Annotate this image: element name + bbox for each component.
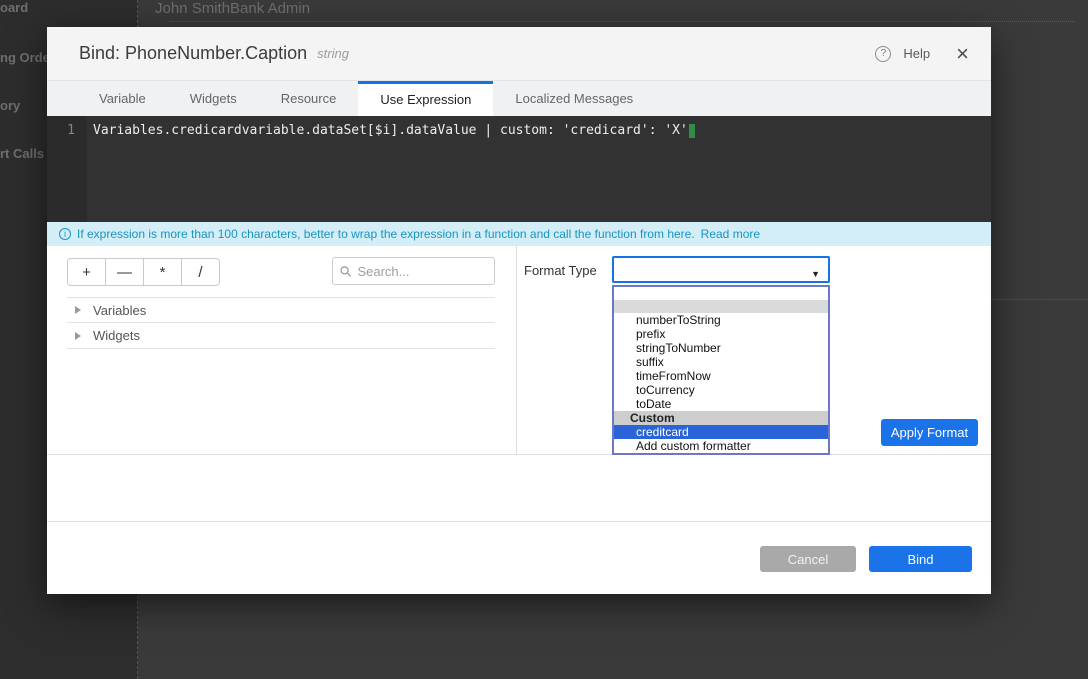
tree-item-variables[interactable]: Variables [67, 297, 495, 323]
help-icon[interactable] [875, 46, 891, 62]
dialog-footer: Cancel Bind [47, 521, 991, 594]
expression-editor[interactable]: 1 Variables.credicardvariable.dataSet[$i… [47, 116, 991, 222]
tab-use-expression[interactable]: Use Expression [358, 81, 493, 116]
tree-item-label: Variables [93, 303, 146, 318]
dropdown-option-creditcard[interactable]: creditcard [614, 425, 828, 439]
dialog-header-actions: Help [875, 46, 969, 62]
cancel-button[interactable]: Cancel [760, 546, 856, 572]
tree-item-widgets[interactable]: Widgets [67, 323, 495, 349]
info-text: If expression is more than 100 character… [77, 227, 695, 241]
bind-button[interactable]: Bind [869, 546, 972, 572]
dropdown-option[interactable]: stringToNumber [614, 341, 828, 355]
dropdown-option[interactable]: timeFromNow [614, 369, 828, 383]
search-input[interactable] [357, 264, 487, 279]
dialog-type-hint: string [317, 46, 349, 61]
info-banner: If expression is more than 100 character… [47, 222, 991, 246]
screen: oard ng Order ory rt Calls John SmithBan… [0, 0, 1088, 679]
expression-tree: Variables Widgets [67, 297, 495, 349]
multiply-operator-button[interactable]: * [143, 258, 182, 286]
plus-operator-button[interactable]: + [67, 258, 106, 286]
line-number: 1 [67, 123, 75, 138]
sidebar-item: rt Calls [0, 146, 44, 161]
format-type-select[interactable] [612, 256, 830, 283]
background-divider [991, 299, 1088, 300]
editor-gutter: 1 [47, 116, 87, 222]
chevron-right-icon [75, 306, 81, 314]
format-type-dropdown: numberToString prefix stringToNumber suf… [612, 285, 830, 455]
dropdown-option[interactable]: toDate [614, 397, 828, 411]
tree-item-label: Widgets [93, 328, 140, 343]
dialog-title: Bind: PhoneNumber.Caption [79, 43, 307, 64]
dropdown-option[interactable]: numberToString [614, 313, 828, 327]
expression-text: Variables.credicardvariable.dataSet[$i].… [93, 123, 688, 138]
text-cursor [689, 124, 695, 138]
info-icon [59, 228, 71, 240]
dropdown-option-blank[interactable] [614, 287, 828, 300]
chevron-right-icon [75, 332, 81, 340]
tab-widgets[interactable]: Widgets [168, 81, 259, 116]
sidebar-item: oard [0, 0, 28, 15]
dropdown-group-custom: Custom [614, 411, 828, 425]
read-more-link[interactable]: Read more [701, 227, 760, 241]
sidebar-item: ory [0, 98, 20, 113]
help-label[interactable]: Help [903, 46, 930, 61]
editor-code[interactable]: Variables.credicardvariable.dataSet[$i].… [87, 116, 991, 222]
bind-dialog: Bind: PhoneNumber.Caption string Help Va… [47, 27, 991, 594]
minus-operator-button[interactable]: — [105, 258, 144, 286]
dialog-tabs: Variable Widgets Resource Use Expression… [47, 81, 991, 116]
expression-helper-panel: + — * / Variables [47, 246, 517, 454]
dropdown-option[interactable]: toCurrency [614, 383, 828, 397]
operator-buttons: + — * / [67, 258, 220, 286]
dropdown-option[interactable]: prefix [614, 327, 828, 341]
format-type-label: Format Type [524, 263, 597, 278]
tab-resource[interactable]: Resource [259, 81, 359, 116]
tab-localized-messages[interactable]: Localized Messages [493, 81, 655, 116]
dropdown-option[interactable]: suffix [614, 355, 828, 369]
dropdown-option-blank[interactable] [614, 300, 828, 313]
topbar-username: John SmithBank Admin [155, 0, 310, 17]
divide-operator-button[interactable]: / [181, 258, 220, 286]
search-field[interactable] [332, 257, 495, 285]
close-icon[interactable] [956, 46, 969, 62]
tab-variable[interactable]: Variable [77, 81, 168, 116]
search-icon [340, 265, 351, 278]
chevron-down-icon [811, 266, 820, 280]
apply-format-button[interactable]: Apply Format [881, 419, 978, 446]
dialog-header: Bind: PhoneNumber.Caption string Help [47, 27, 991, 81]
dialog-body: + — * / Variables [47, 246, 991, 455]
dropdown-option-add-custom-formatter[interactable]: Add custom formatter [614, 439, 828, 453]
